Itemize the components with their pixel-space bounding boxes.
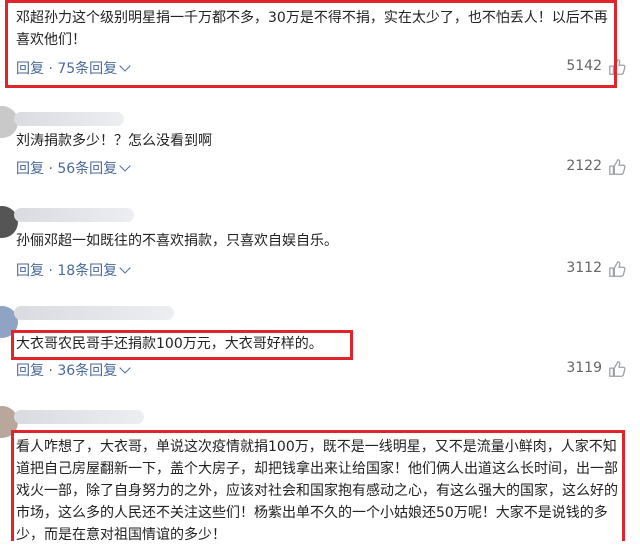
like-count: 2122 — [566, 158, 602, 174]
thumbs-up-icon[interactable] — [608, 158, 626, 176]
highlight-box — [5, 0, 617, 88]
username[interactable] — [14, 208, 134, 222]
comment-meta: 回复 · 36条回复 3119 — [16, 360, 628, 380]
comment-meta: 回复 · 18条回复 3112 — [16, 260, 628, 280]
comment-1: 邓超孙力这个级别明星捐一千万都不多，30万是不得不捐，实在太少了，也不怕丢人！以… — [0, 0, 640, 92]
username[interactable] — [14, 306, 174, 320]
comment-5: 看人咋想了，大衣哥，单说这次疫情就捐100万，既不是一线明星，又不是流量小鲜肉，… — [0, 392, 640, 543]
view-replies-link[interactable]: 56条回复 — [57, 161, 117, 177]
comment-2: 刘涛捐款多少！？怎么没看到啊 回复 · 56条回复 2122 — [0, 92, 640, 192]
view-replies-link[interactable]: 36条回复 — [57, 363, 117, 379]
like-count: 3112 — [566, 260, 602, 276]
separator: · — [48, 161, 53, 177]
thumbs-up-icon[interactable] — [608, 260, 626, 278]
chevron-down-icon[interactable] — [119, 262, 131, 274]
view-replies-link[interactable]: 18条回复 — [57, 263, 117, 279]
reply-button[interactable]: 回复 — [16, 263, 44, 279]
comment-4: 大衣哥农民哥手还捐款100万元，大衣哥好样的。 回复 · 36条回复 3119 — [0, 292, 640, 392]
reply-button[interactable]: 回复 — [16, 363, 44, 379]
comment-meta: 回复 · 56条回复 2122 — [16, 158, 628, 178]
chevron-down-icon[interactable] — [119, 160, 131, 172]
like-count: 3119 — [566, 360, 602, 376]
highlight-box — [11, 330, 353, 360]
username[interactable] — [14, 112, 124, 126]
chevron-down-icon[interactable] — [119, 362, 131, 374]
thumbs-up-icon[interactable] — [608, 360, 626, 378]
username[interactable] — [14, 410, 144, 424]
comment-3: 孙俪邓超一如既往的不喜欢捐款，只喜欢自娱自乐。 回复 · 18条回复 3112 — [0, 192, 640, 292]
separator: · — [48, 363, 53, 379]
separator: · — [48, 263, 53, 279]
reply-button[interactable]: 回复 — [16, 161, 44, 177]
highlight-box — [11, 430, 625, 541]
comment-text: 刘涛捐款多少！？怎么没看到啊 — [16, 133, 212, 149]
comment-text: 孙俪邓超一如既往的不喜欢捐款，只喜欢自娱自乐。 — [16, 233, 338, 249]
